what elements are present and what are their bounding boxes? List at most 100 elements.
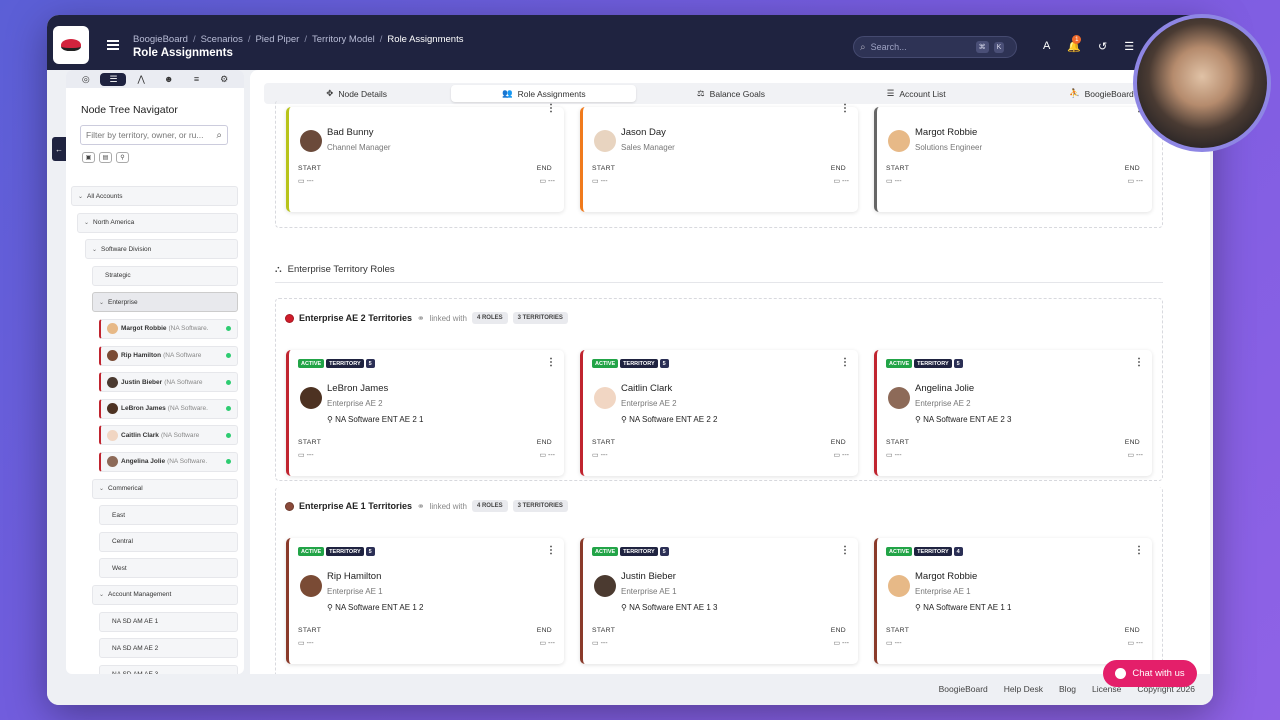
end-date[interactable]: ▭ ---	[833, 451, 849, 459]
end-date[interactable]: ▭ ---	[539, 451, 555, 459]
kebab-menu-icon[interactable]: ⋮	[546, 103, 556, 114]
menu-icon[interactable]	[107, 40, 119, 52]
tree-node[interactable]: ⌄ North America	[77, 212, 238, 233]
end-date[interactable]: ▭ ---	[539, 177, 555, 185]
territory-label: ⚲ NA Software ENT AE 2 1	[327, 415, 423, 424]
territories-pill[interactable]: 3 TERRITORIES	[512, 500, 568, 512]
search-input[interactable]	[870, 42, 971, 52]
tree-person-node[interactable]: Angelina Jolie (NA Software...	[99, 451, 238, 472]
tree-list-icon[interactable]: ☰	[100, 72, 127, 86]
start-date[interactable]: ▭ ---	[592, 177, 608, 185]
roles-pill[interactable]: 4 ROLES	[471, 312, 508, 324]
start-date[interactable]: ▭ ---	[592, 451, 608, 459]
tree-node[interactable]: ⌄ All Accounts	[71, 186, 238, 206]
role-card[interactable]: ACTIVE TERRITORY 5 ⋮ Justin Bieber Enterprise…	[580, 538, 858, 664]
start-date[interactable]: ▭ ---	[298, 177, 314, 185]
tree-node[interactable]: Strategic	[92, 265, 238, 286]
end-date[interactable]: ▭ ---	[833, 639, 849, 647]
pin-icon[interactable]: ⚲	[116, 152, 129, 163]
calendar-icon: ▭	[1127, 452, 1136, 459]
breadcrumb-item[interactable]: Scenarios	[201, 34, 243, 45]
tree-filter[interactable]: ⌕	[80, 125, 228, 145]
search-icon[interactable]: ⌕	[216, 130, 222, 141]
settings-icon[interactable]: ⚙	[211, 73, 237, 86]
tree-node[interactable]: ⌄ Software Division	[85, 239, 238, 260]
footer-link[interactable]: Blog	[1059, 684, 1076, 694]
person-name: Jason Day	[621, 127, 666, 138]
kebab-menu-icon[interactable]: ⋮	[1134, 357, 1144, 368]
global-search[interactable]: ⌕ ⌘ K	[853, 36, 1017, 58]
chevron-down-icon[interactable]: ⌄	[99, 591, 104, 598]
role-card[interactable]: ACTIVE TERRITORY 5 ⋮ Angelina Jolie Enterpris…	[874, 350, 1152, 476]
start-date[interactable]: ▭ ---	[298, 639, 314, 647]
tree-node[interactable]: NA SD AM AE 1	[99, 611, 238, 632]
start-date[interactable]: ▭ ---	[886, 639, 902, 647]
tree-node[interactable]: NA SD AM AE 2	[99, 638, 238, 659]
roles-pill[interactable]: 4 ROLES	[471, 500, 508, 512]
apps-icon[interactable]: ☰	[1124, 40, 1134, 53]
kebab-menu-icon[interactable]: ⋮	[546, 357, 556, 368]
collapse-sidebar-button[interactable]: ←	[52, 137, 66, 161]
start-label: START	[592, 165, 616, 172]
kebab-menu-icon[interactable]: ⋮	[840, 103, 850, 114]
list-icon[interactable]: ≡	[183, 73, 209, 86]
app-logo[interactable]	[53, 26, 89, 64]
footer-link[interactable]: BoogieBoard	[939, 684, 988, 694]
expand-all-icon[interactable]: ▣	[82, 152, 95, 163]
chevron-down-icon[interactable]: ⌄	[99, 485, 104, 492]
end-date[interactable]: ▭ ---	[539, 639, 555, 647]
kebab-menu-icon[interactable]: ⋮	[1134, 545, 1144, 556]
start-date[interactable]: ▭ ---	[886, 177, 902, 185]
kebab-menu-icon[interactable]: ⋮	[546, 545, 556, 556]
tree-node[interactable]: West	[99, 558, 238, 579]
role-card[interactable]: ⋮ Jason Day Sales Manager START END ▭ --- ▭ --…	[580, 103, 858, 212]
tree-node[interactable]: NA SD AM AE 3	[99, 664, 238, 674]
calendar-icon: ▭	[592, 452, 601, 459]
breadcrumb-item[interactable]: Pied Piper	[255, 34, 299, 45]
start-date[interactable]: ▭ ---	[886, 451, 902, 459]
tree-person-node[interactable]: Margot Robbie (NA Software...	[99, 318, 238, 339]
tree-node[interactable]: East	[99, 505, 238, 526]
role-card[interactable]: ACTIVE TERRITORY 5 ⋮ Caitlin Clark Enterprise…	[580, 350, 858, 476]
history-icon[interactable]: ↺	[1098, 40, 1107, 53]
tree-person-node[interactable]: Caitlin Clark(NA Software E...	[99, 425, 238, 446]
role-card[interactable]: ACTIVE TERRITORY 5 ⋮ LeBron James Enterprise …	[286, 350, 564, 476]
compass-icon[interactable]: ◎	[73, 73, 99, 86]
kebab-menu-icon[interactable]: ⋮	[840, 545, 850, 556]
kebab-menu-icon[interactable]: ⋮	[840, 357, 850, 368]
font-size-icon[interactable]: A	[1043, 40, 1050, 53]
hierarchy-icon[interactable]: ⋀	[128, 73, 154, 86]
tree-node[interactable]: ⌄ Commerical	[92, 478, 238, 499]
avatar	[300, 130, 322, 152]
end-date[interactable]: ▭ ---	[1127, 639, 1143, 647]
end-date[interactable]: ▭ ---	[1127, 451, 1143, 459]
users-icon[interactable]: ☻	[156, 73, 182, 86]
tree-person-node[interactable]: LeBron James (NA Software...	[99, 398, 238, 419]
role-card[interactable]: ⋮Margot RobbieSolutions EngineerSTARTEND…	[874, 103, 1152, 212]
tree-person-node[interactable]: Rip Hamilton(NA Software E...	[99, 345, 238, 366]
tree-person-node[interactable]: Justin Bieber(NA Software E...	[99, 372, 238, 393]
tree-node[interactable]: ⌄ Enterprise	[92, 292, 238, 313]
tree-filter-input[interactable]	[86, 130, 206, 140]
chevron-down-icon[interactable]: ⌄	[92, 246, 97, 253]
tree-node[interactable]: Central	[99, 531, 238, 552]
start-date[interactable]: ▭ ---	[298, 451, 314, 459]
tree-node[interactable]: ⌄ Account Management	[92, 584, 238, 605]
chevron-down-icon[interactable]: ⌄	[78, 193, 83, 200]
chat-button[interactable]: Chat with us	[1103, 660, 1197, 687]
territory-badge: TERRITORY	[620, 359, 658, 368]
start-date[interactable]: ▭ ---	[592, 639, 608, 647]
role-card[interactable]: ACTIVE TERRITORY 4 ⋮ Margot Robbie Enterprise…	[874, 538, 1152, 664]
collapse-all-icon[interactable]: ▤	[99, 152, 112, 163]
breadcrumb-item[interactable]: Territory Model	[312, 34, 375, 45]
role-card[interactable]: ⋮ Bad Bunny Channel Manager START END ▭ --- ▭ …	[286, 103, 564, 212]
breadcrumb-item[interactable]: BoogieBoard	[133, 34, 188, 45]
notifications-icon[interactable]: 🔔 1	[1067, 35, 1082, 53]
end-date[interactable]: ▭ ---	[833, 177, 849, 185]
chevron-down-icon[interactable]: ⌄	[84, 219, 89, 226]
role-card[interactable]: ACTIVE TERRITORY 5 ⋮ Rip Hamilton Enterprise …	[286, 538, 564, 664]
end-date[interactable]: ▭ ---	[1127, 177, 1143, 185]
territories-pill[interactable]: 3 TERRITORIES	[512, 312, 568, 324]
footer-link[interactable]: Help Desk	[1004, 684, 1043, 694]
chevron-down-icon[interactable]: ⌄	[99, 299, 104, 306]
